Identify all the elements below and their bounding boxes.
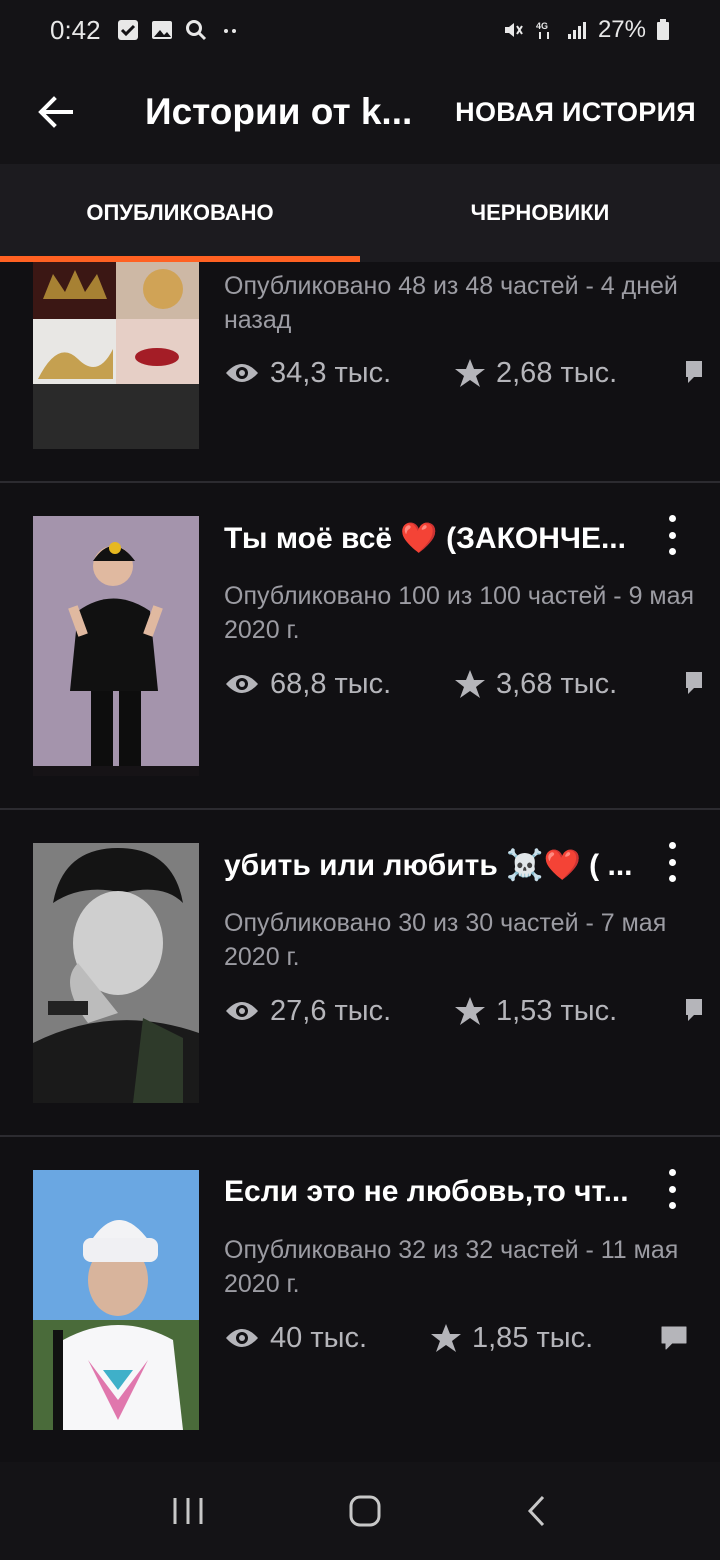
comment-icon [661, 1326, 687, 1350]
star-icon [455, 359, 485, 387]
eye-icon [226, 675, 258, 693]
system-navigation-bar [0, 1462, 720, 1560]
story-title[interactable]: Если это не любовь,то чт... [224, 1175, 634, 1209]
star-icon [431, 1324, 461, 1352]
arrow-left-icon [38, 96, 73, 128]
tab-label: ОПУБЛИКОВАНО [86, 200, 274, 225]
views-count: 34,3 тыс. [224, 357, 454, 390]
votes-count: 2,68 тыс. [454, 357, 684, 390]
story-meta: Опубликовано 48 из 48 частей - 4 дней на… [224, 272, 678, 334]
votes-count: 1,85 тыс. [430, 1322, 660, 1355]
battery-percent: 27% [597, 16, 646, 43]
image-icon [151, 21, 172, 39]
story-more-menu-icon[interactable] [660, 515, 684, 555]
story-item[interactable]: Если это не любовь,то чт... Опубликовано… [0, 1137, 720, 1462]
comment-icon [686, 672, 702, 694]
home-icon[interactable] [348, 1494, 382, 1528]
star-icon [455, 997, 485, 1025]
views-count: 68,8 тыс. [224, 668, 454, 701]
story-cover-image [33, 1170, 199, 1430]
signal-icon [567, 22, 586, 39]
views-count: 40 тыс. [224, 1322, 430, 1355]
search-icon [185, 20, 206, 41]
story-title[interactable]: убить или любить ☠️❤️ ( ... [224, 848, 634, 883]
star-icon [455, 670, 485, 698]
back-button[interactable] [0, 60, 110, 164]
network-icon: 4G [536, 21, 549, 39]
mute-icon [504, 23, 523, 37]
page-title: Истории от k... [145, 91, 413, 132]
views-count: 27,6 тыс. [224, 995, 454, 1028]
check-box-icon [117, 20, 138, 40]
story-more-menu-icon[interactable] [660, 1169, 684, 1209]
story-title[interactable]: Ты моё всё ❤️ (ЗАКОНЧЕ... [224, 521, 634, 556]
battery-icon [657, 19, 669, 40]
story-item[interactable]: убить или любить ☠️❤️ ( ... Опубликовано… [0, 810, 720, 1137]
story-cover-image [33, 843, 199, 1103]
eye-icon [226, 1329, 258, 1347]
tab-label: ЧЕРНОВИКИ [470, 200, 610, 225]
story-list: Опубликовано 48 из 48 частей - 4 дней на… [0, 262, 720, 1462]
story-meta: Опубликовано 30 из 30 частей - 7 мая 202… [224, 909, 667, 971]
system-icons: 4G 27% [502, 16, 670, 44]
app-bar: Истории от k... НОВАЯ ИСТОРИЯ [0, 60, 720, 164]
story-stats: 40 тыс. 1,85 тыс. [224, 1318, 720, 1358]
story-stats: 68,8 тыс. 3,68 тыс. [224, 664, 720, 704]
tab-bar: ОПУБЛИКОВАНО ЧЕРНОВИКИ [0, 164, 720, 262]
comment-icon [686, 361, 702, 383]
story-item[interactable]: Опубликовано 48 из 48 частей - 4 дней на… [0, 262, 720, 483]
recent-apps-icon[interactable] [171, 1496, 205, 1526]
votes-count: 1,53 тыс. [454, 995, 684, 1028]
story-stats: 34,3 тыс. 2,68 тыс. [224, 353, 720, 393]
votes-count: 3,68 тыс. [454, 668, 684, 701]
new-story-button[interactable]: НОВАЯ ИСТОРИЯ [455, 97, 696, 128]
story-stats: 27,6 тыс. 1,53 тыс. [224, 991, 720, 1031]
more-notifications-icon [223, 29, 236, 33]
tab-drafts[interactable]: ЧЕРНОВИКИ [360, 164, 720, 262]
eye-icon [226, 1002, 258, 1020]
tab-published[interactable]: ОПУБЛИКОВАНО [0, 164, 360, 262]
story-meta: Опубликовано 32 из 32 частей - 11 мая 20… [224, 1236, 679, 1298]
story-cover-image [33, 516, 199, 776]
story-cover-image [33, 262, 199, 449]
comment-icon [686, 999, 702, 1021]
story-item[interactable]: Ты моё всё ❤️ (ЗАКОНЧЕ... Опубликовано 1… [0, 483, 720, 810]
story-more-menu-icon[interactable] [660, 842, 684, 882]
status-bar: 0:42 4G 27% [0, 0, 720, 60]
status-time: 0:42 [50, 14, 101, 45]
svg-text:4G: 4G [536, 21, 548, 31]
back-nav-icon[interactable] [525, 1494, 549, 1528]
eye-icon [226, 364, 258, 382]
notification-icons [117, 19, 241, 41]
story-meta: Опубликовано 100 из 100 частей - 9 мая 2… [224, 582, 695, 644]
